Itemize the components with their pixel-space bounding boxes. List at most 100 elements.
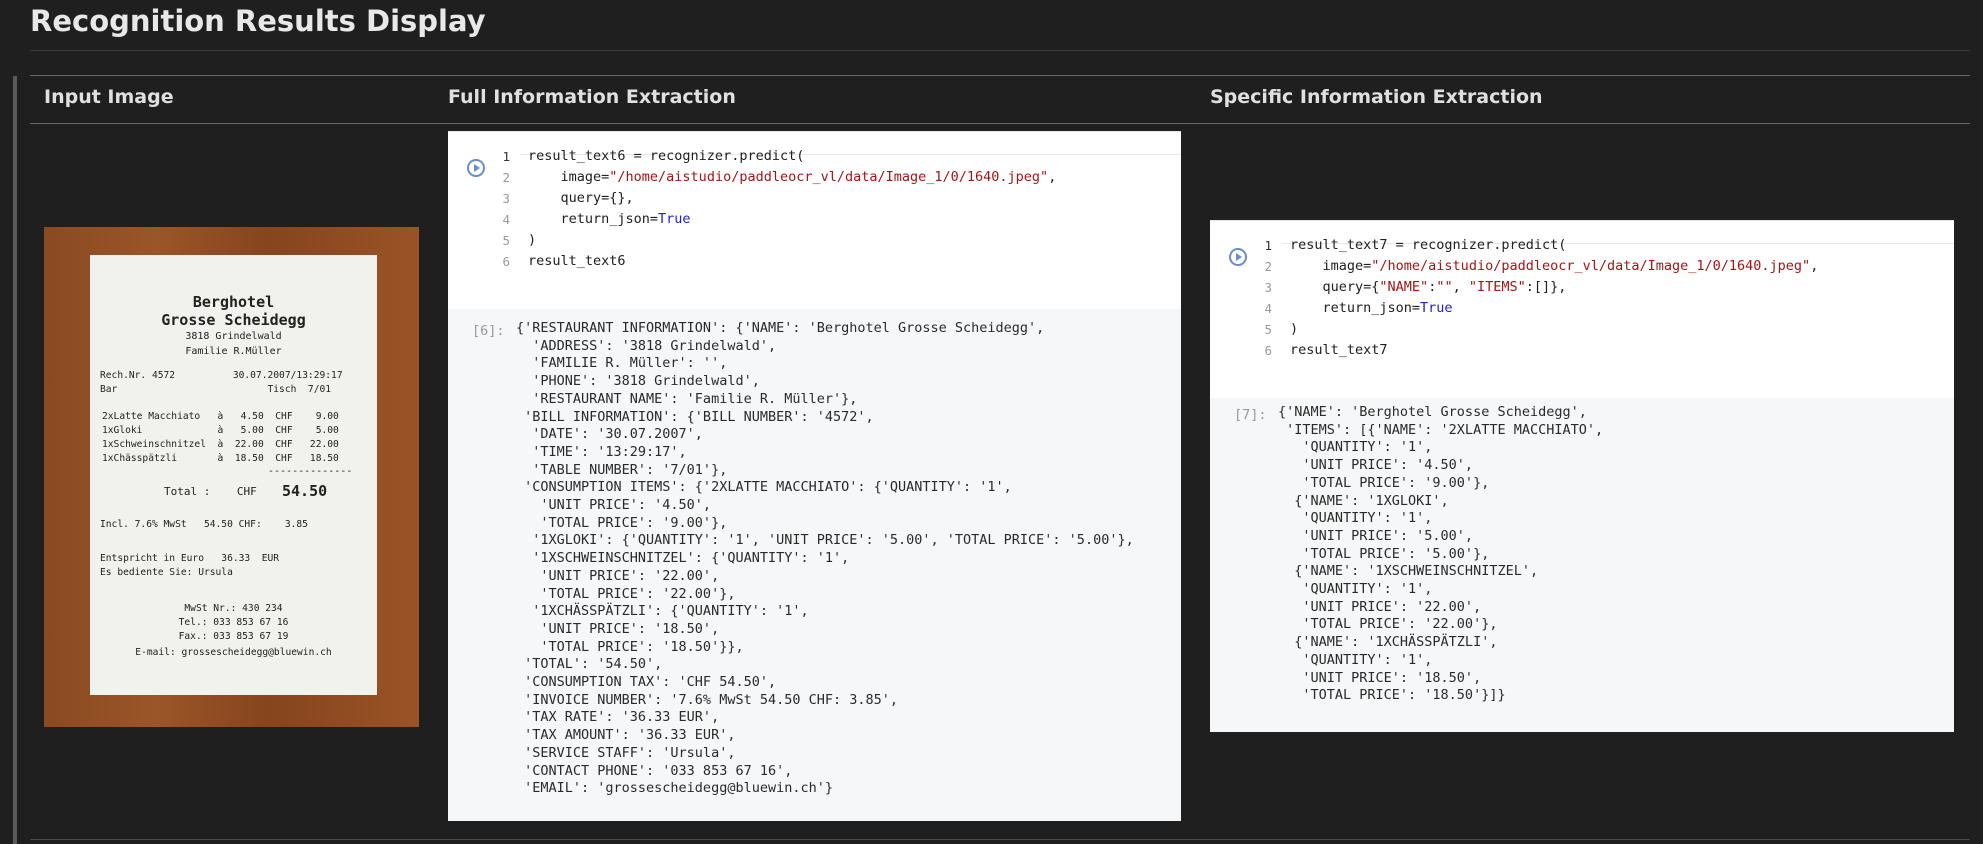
- output-line: 'TOTAL PRICE': '18.50'}]}: [1278, 687, 1506, 704]
- output-line: 'EMAIL': 'grossescheidegg@bluewin.ch'}: [516, 780, 833, 797]
- output-line: 'TIME': '13:29:17',: [516, 443, 687, 460]
- receipt-line: Incl. 7.6% MwSt 54.50 CHF: 3.85: [100, 519, 308, 530]
- code-token: image=: [1290, 258, 1372, 274]
- code-token: ,: [1048, 169, 1057, 185]
- output-prompt: [7]:: [1234, 407, 1267, 423]
- code-token: True: [1420, 300, 1453, 316]
- line-number: 6: [1264, 343, 1272, 358]
- receipt-line: Tel.: 033 853 67 16: [178, 617, 289, 628]
- code-text: ): [1290, 319, 1298, 340]
- column-header-full-extraction: Full Information Extraction: [448, 86, 736, 108]
- receipt-line: Grosse Scheidegg: [161, 311, 306, 329]
- code-token: ): [1290, 321, 1299, 337]
- output-prompt: [6]:: [472, 323, 505, 339]
- notebook-cell-specific-extraction: 1 result_text7 = recognizer.predict(2 ima…: [1210, 220, 1954, 732]
- receipt-line: E-mail: grossescheidegg@bluewin.ch: [135, 647, 332, 658]
- code-text: result_text6: [528, 251, 626, 272]
- output-line: 'TABLE NUMBER': '7/01'},: [516, 461, 728, 478]
- code-token: return_json=: [528, 211, 659, 227]
- receipt-line: 2xLatte Macchiato à 4.50 CHF 9.00: [102, 411, 339, 422]
- line-number: 5: [502, 233, 510, 248]
- output-line: 'ITEMS': [{'NAME': '2XLATTE MACCHIATO',: [1278, 421, 1604, 438]
- code-text: query={"NAME":"", "ITEMS":[]},: [1290, 277, 1567, 298]
- code-text: image="/home/aistudio/paddleocr_vl/data/…: [528, 167, 1057, 188]
- code-text: result_text6 = recognizer.predict(: [528, 146, 804, 167]
- code-token: result_text6: [528, 253, 626, 269]
- output-line: 'TOTAL PRICE': '18.50'}},: [516, 638, 744, 655]
- code-token: "": [1436, 279, 1453, 295]
- code-token: ,: [1810, 258, 1819, 274]
- code-editor[interactable]: 1 result_text6 = recognizer.predict(2 ima…: [448, 131, 1181, 310]
- column-header-specific-extraction: Specific Information Extraction: [1210, 86, 1543, 108]
- output-line: {'NAME': '1XGLOKI',: [1278, 492, 1449, 509]
- code-token: query={},: [528, 190, 634, 206]
- output-line: 'TOTAL PRICE': '22.00'},: [516, 585, 736, 602]
- code-line: 5): [1210, 319, 1954, 340]
- output-line: 'UNIT PRICE': '4.50',: [516, 497, 712, 513]
- code-token: "ITEMS": [1468, 279, 1526, 295]
- receipt-paper: Berghotel Grosse Scheidegg 3818 Grindelw…: [90, 255, 377, 695]
- cell-output: [7]: {'NAME': 'Berghotel Grosse Scheideg…: [1210, 398, 1954, 732]
- code-line: 3 query={},: [448, 188, 1181, 209]
- output-line: 'CONSUMPTION TAX': 'CHF 54.50',: [516, 674, 777, 690]
- output-line: 'TOTAL PRICE': '9.00'},: [1278, 474, 1490, 491]
- line-number: 1: [1264, 238, 1272, 253]
- code-line: 4 return_json=True: [448, 209, 1181, 230]
- receipt-total: 54.50: [282, 482, 328, 500]
- output-line: '1XSCHWEINSCHNITZEL': {'QUANTITY': '1',: [516, 550, 850, 567]
- output-line: 'UNIT PRICE': '18.50',: [1278, 669, 1482, 686]
- output-line: 'TAX AMOUNT': '36.33 EUR',: [516, 727, 736, 744]
- output-line: 'TOTAL PRICE': '9.00'},: [516, 514, 728, 531]
- output-line: 'INVOICE NUMBER': '7.6% MwSt 54.50 CHF: …: [516, 691, 899, 708]
- output-line: 'BILL INFORMATION': {'BILL NUMBER': '457…: [516, 408, 874, 425]
- column-header-input-image: Input Image: [44, 86, 174, 108]
- receipt-line: 1xGloki à 5.00 CHF 5.00: [102, 425, 339, 436]
- receipt-line: Entspricht in Euro 36.33 EUR: [100, 553, 280, 564]
- code-token: ,: [1452, 279, 1469, 295]
- output-line: 'QUANTITY': '1',: [1278, 439, 1433, 456]
- output-line: 'DATE': '30.07.2007',: [516, 426, 703, 443]
- cell-output: [6]: {'RESTAURANT INFORMATION': {'NAME':…: [448, 309, 1181, 821]
- code-token: "/home/aistudio/paddleocr_vl/data/Image_…: [1371, 258, 1811, 274]
- table-header-bottom-border: [30, 123, 1970, 124]
- receipt-line: Es bediente Sie: Ursula: [100, 567, 233, 578]
- code-editor[interactable]: 1 result_text7 = recognizer.predict(2 ima…: [1210, 220, 1954, 399]
- output-line: 'CONTACT PHONE': '033 853 67 16',: [516, 762, 793, 779]
- receipt-line: 1xSchweinschnitzel à 22.00 CHF 22.00: [102, 439, 339, 450]
- receipt-line: Rech.Nr. 4572 30.07.2007/13:29:17: [100, 370, 343, 381]
- receipt-image: Berghotel Grosse Scheidegg 3818 Grindelw…: [44, 227, 419, 727]
- output-line: 'RESTAURANT NAME': 'Familie R. Müller'},: [516, 390, 858, 407]
- receipt-line: Bar Tisch 7/01: [100, 384, 332, 395]
- cell-left-indicator: [13, 76, 17, 844]
- code-token: result_text7: [1290, 342, 1388, 358]
- notebook-cell-full-extraction: 1 result_text6 = recognizer.predict(2 ima…: [448, 131, 1181, 821]
- receipt-line: Fax.: 033 853 67 19: [178, 631, 289, 642]
- code-line: 3 query={"NAME":"", "ITEMS":[]},: [1210, 277, 1954, 298]
- line-number: 2: [1264, 259, 1272, 274]
- line-number: 5: [1264, 322, 1272, 337]
- output-line: 'TOTAL PRICE': '5.00'},: [1278, 545, 1490, 562]
- output-line: 'TOTAL': '54.50',: [516, 656, 663, 673]
- code-token: ): [528, 232, 537, 248]
- code-text: image="/home/aistudio/paddleocr_vl/data/…: [1290, 256, 1819, 277]
- receipt-line: 1xChässpätzli à 18.50 CHF 18.50: [102, 453, 339, 464]
- line-number: 2: [502, 170, 510, 185]
- output-line: 'UNIT PRICE': '22.00',: [516, 567, 720, 584]
- output-line: 'QUANTITY': '1',: [1278, 651, 1433, 668]
- line-number: 4: [502, 212, 510, 227]
- code-text: query={},: [528, 188, 634, 209]
- code-line: 2 image="/home/aistudio/paddleocr_vl/dat…: [1210, 256, 1954, 277]
- line-number: 6: [502, 254, 510, 269]
- table-header-top-border: [30, 75, 1970, 76]
- code-token: "NAME": [1379, 279, 1429, 295]
- receipt-line: --------------: [268, 466, 353, 477]
- output-line: {'NAME': '1XSCHWEINSCHNITZEL',: [1278, 563, 1539, 580]
- code-text: ): [528, 230, 536, 251]
- receipt-line: Total : CHF: [164, 485, 257, 498]
- line-number: 3: [502, 191, 510, 206]
- output-line: {'NAME': '1XCHÄSSPÄTZLI',: [1278, 634, 1498, 651]
- output-line: {'RESTAURANT INFORMATION': {'NAME': 'Ber…: [516, 320, 1045, 336]
- receipt-line: MwSt Nr.: 430 234: [184, 603, 283, 614]
- code-token: result_text6 = recognizer.predict(: [528, 148, 805, 164]
- code-text: result_text7 = recognizer.predict(: [1290, 235, 1566, 256]
